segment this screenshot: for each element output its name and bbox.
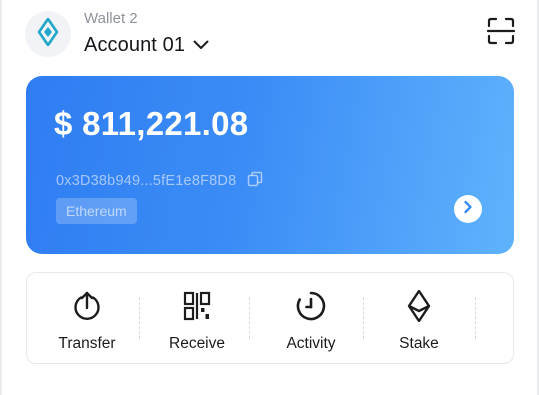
chevron-right-icon (462, 200, 474, 219)
clock-icon (294, 289, 328, 323)
receive-label: Receive (169, 335, 225, 352)
account-header: Wallet 2 Account 01 (24, 8, 517, 64)
receive-action[interactable]: Receive (147, 273, 247, 363)
action-bar: Transfer Receive Activity Stake (26, 272, 514, 364)
wallet-name: Wallet 2 (84, 10, 138, 27)
arrow-up-circle-icon (70, 289, 104, 323)
chevron-down-icon (193, 37, 209, 55)
action-divider (363, 297, 364, 339)
balance-card: $ 811,221.08 0x3D38b949...5fE1e8F8D8 Eth… (26, 76, 514, 254)
account-switcher[interactable]: Account 01 (82, 32, 211, 59)
ethereum-icon (402, 289, 436, 323)
transfer-label: Transfer (58, 335, 116, 352)
action-divider (249, 297, 250, 339)
balance-amount: $ 811,221.08 (54, 105, 249, 142)
card-details-button[interactable] (454, 195, 482, 223)
wallet-avatar (25, 11, 71, 57)
copy-icon (247, 171, 263, 192)
account-name: Account 01 (84, 34, 186, 56)
ethereum-diamond-icon (37, 17, 59, 51)
qr-code-icon (180, 289, 214, 323)
activity-label: Activity (286, 335, 336, 352)
wallet-address: 0x3D38b949...5fE1e8F8D8 (56, 173, 237, 189)
scan-button[interactable] (485, 17, 517, 49)
wallet-action[interactable]: W (459, 273, 513, 363)
network-badge: Ethereum (56, 198, 137, 224)
stake-action[interactable]: Stake (369, 273, 469, 363)
copy-address-button[interactable] (246, 171, 264, 192)
action-divider (139, 297, 140, 339)
scan-icon (486, 17, 516, 50)
address-row: 0x3D38b949...5fE1e8F8D8 (56, 171, 264, 192)
stake-label: Stake (399, 335, 439, 352)
transfer-action[interactable]: Transfer (37, 273, 137, 363)
activity-action[interactable]: Activity (261, 273, 361, 363)
